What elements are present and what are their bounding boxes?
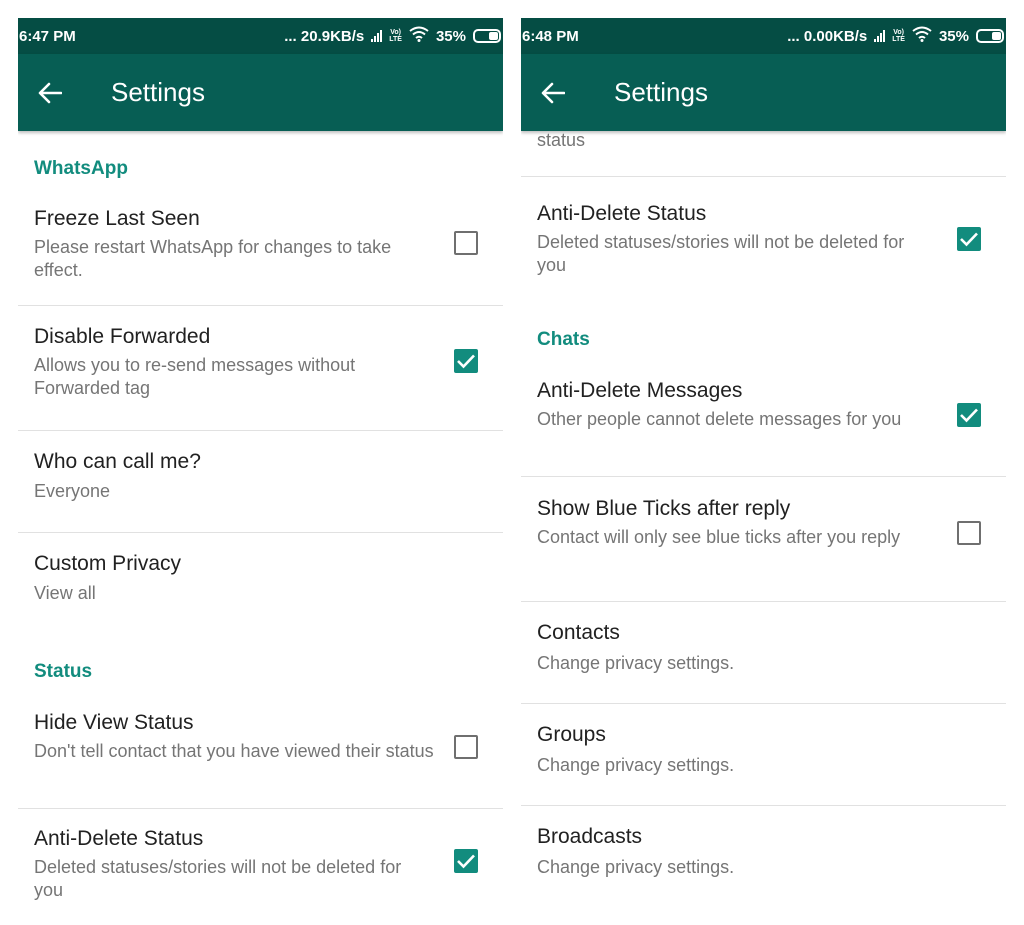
checkbox-checked[interactable] [454, 349, 478, 373]
back-button[interactable] [18, 54, 82, 131]
pref-title: Anti-Delete Messages [537, 379, 743, 402]
pref-custom-privacy[interactable]: Custom Privacy View all [18, 533, 503, 633]
app-bar: Settings [18, 54, 503, 131]
pref-title: Disable Forwarded [34, 325, 211, 348]
pref-title: Anti-Delete Status [537, 202, 707, 225]
pref-summary: Change privacy settings. [537, 653, 735, 673]
checkbox-checked[interactable] [957, 227, 981, 251]
checkbox-unchecked[interactable] [454, 231, 478, 255]
wifi-icon [912, 26, 932, 46]
pref-disable-forwarded[interactable]: Disable Forwarded Allows you to re-send … [18, 306, 503, 430]
pref-summary: Contact will only see blue ticks after y… [537, 527, 901, 547]
arrow-left-icon [541, 82, 565, 103]
page-title: Settings [614, 77, 708, 107]
checkbox-checked[interactable] [454, 849, 478, 873]
section-header-whatsapp: WhatsApp [34, 158, 128, 179]
battery-icon [473, 29, 501, 43]
pref-title: Hide View Status [34, 711, 194, 734]
pref-title: Custom Privacy [34, 552, 182, 575]
pref-title: Freeze Last Seen [34, 207, 200, 230]
pref-title: Who can call me? [34, 450, 201, 473]
status-time: 6:47 PM [19, 27, 76, 45]
signal-icon [371, 30, 383, 42]
checkbox-unchecked[interactable] [957, 521, 981, 545]
pref-summary: View all [34, 583, 96, 603]
pref-summary: Please restart WhatsApp for changes to t… [34, 237, 392, 280]
pref-title: Contacts [537, 621, 620, 644]
pref-freeze-last-seen[interactable]: Freeze Last Seen Please restart WhatsApp… [18, 189, 503, 305]
battery-icon [976, 29, 1004, 43]
pref-title: Show Blue Ticks after reply [537, 497, 791, 520]
pref-title: Anti-Delete Status [34, 827, 204, 850]
pref-who-can-call[interactable]: Who can call me? Everyone [18, 431, 503, 532]
status-indicators: ... 20.9KB/s Vo) LTE 35% [284, 26, 501, 46]
pref-show-blue-ticks[interactable]: Show Blue Ticks after reply Contact will… [521, 477, 1006, 601]
battery-percent: 35% [435, 27, 466, 45]
pref-title: Groups [537, 723, 606, 746]
pref-hide-view-status[interactable]: Hide View Status Don't tell contact that… [18, 693, 503, 809]
volte-icon: Vo) LTE [892, 29, 905, 43]
pref-groups[interactable]: Groups Change privacy settings. [521, 704, 1006, 805]
network-speed: ... 20.9KB/s [284, 27, 365, 45]
left-phone-screen: 6:47 PM ... 20.9KB/s Vo) LTE 35% Settings… [18, 18, 503, 925]
settings-list: status Anti-Delete Status Deleted status… [521, 131, 1006, 925]
network-speed: ... 0.00KB/s [787, 27, 868, 45]
pref-summary: Deleted statuses/stories will not be del… [34, 857, 402, 900]
status-bar: 6:47 PM ... 20.9KB/s Vo) LTE 35% [18, 18, 503, 54]
battery-percent: 35% [938, 27, 969, 45]
pref-summary-cut: status [537, 131, 586, 150]
pref-summary: Everyone [34, 481, 111, 501]
wifi-icon [409, 26, 429, 46]
right-phone-screen: 6:48 PM ... 0.00KB/s Vo) LTE 35% Settings… [521, 18, 1006, 925]
status-indicators: ... 0.00KB/s Vo) LTE 35% [787, 26, 1004, 46]
check-icon [960, 408, 978, 423]
pref-anti-delete-messages[interactable]: Anti-Delete Messages Other people cannot… [521, 361, 1006, 476]
check-icon [960, 232, 978, 247]
pref-title: Broadcasts [537, 825, 643, 848]
pref-summary: Change privacy settings. [537, 755, 735, 775]
pref-summary: Change privacy settings. [537, 857, 735, 877]
pref-summary: Don't tell contact that you have viewed … [34, 741, 434, 761]
pref-contacts[interactable]: Contacts Change privacy settings. [521, 602, 1006, 703]
status-time: 6:48 PM [522, 27, 579, 45]
pref-summary: Allows you to re-send messages without F… [34, 355, 356, 398]
checkbox-checked[interactable] [957, 403, 981, 427]
pref-summary: Other people cannot delete messages for … [537, 409, 902, 429]
checkbox-unchecked[interactable] [454, 735, 478, 759]
signal-icon [874, 30, 886, 42]
section-header-status: Status [34, 661, 93, 682]
check-icon [457, 854, 475, 869]
section-header-chats: Chats [537, 329, 590, 350]
back-button[interactable] [521, 54, 585, 131]
status-bar: 6:48 PM ... 0.00KB/s Vo) LTE 35% [521, 18, 1006, 54]
volte-icon: Vo) LTE [389, 29, 402, 43]
settings-list: WhatsApp Freeze Last Seen Please restart… [18, 131, 503, 925]
arrow-left-icon [38, 82, 62, 103]
check-icon [457, 354, 475, 369]
pref-anti-delete-status[interactable]: Anti-Delete Status Deleted statuses/stor… [521, 177, 1006, 301]
page-title: Settings [111, 77, 205, 107]
app-bar: Settings [521, 54, 1006, 131]
pref-anti-delete-status[interactable]: Anti-Delete Status Deleted statuses/stor… [18, 809, 503, 925]
pref-summary: Deleted statuses/stories will not be del… [537, 232, 905, 275]
pref-broadcasts[interactable]: Broadcasts Change privacy settings. [521, 806, 1006, 907]
